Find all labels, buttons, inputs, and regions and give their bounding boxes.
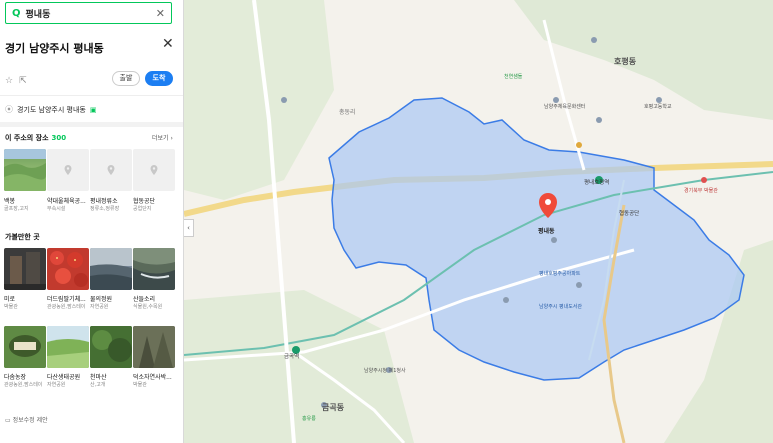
more-link[interactable]: 더보기 › bbox=[152, 133, 173, 142]
recommend-sub-5: 자연공원 bbox=[47, 382, 66, 388]
nearby-sub-0: 골프장,고지 bbox=[4, 206, 29, 212]
map-pin-icon bbox=[107, 165, 115, 175]
label-sports-center: 남양주체육문화센터 bbox=[544, 103, 585, 110]
app: Q 평내동 ✕ 경기 남양주시 평내동 ✕ ☆ ⇱ 출발 도착 ⦿ 경기도 남양… bbox=[0, 0, 773, 443]
map-area[interactable]: 호평동 금곡동 총동리 평내호평역 금곡역 협동공단 남양주체육문화센터 호평고… bbox=[184, 0, 773, 443]
recommend-thumb-6[interactable] bbox=[90, 326, 132, 368]
place-title: 경기 남양주시 평내동 bbox=[5, 42, 104, 55]
poi-dot[interactable] bbox=[503, 297, 509, 303]
map-pin-icon bbox=[150, 165, 158, 175]
search-icon: Q bbox=[12, 7, 21, 19]
search-box[interactable]: Q 평내동 ✕ bbox=[5, 2, 172, 24]
nearby-thumb-2[interactable] bbox=[90, 149, 132, 191]
label-station: 평내호평역 bbox=[584, 178, 609, 186]
recommend-heading: 가볼만한 곳 bbox=[5, 233, 40, 241]
destination-button[interactable]: 도착 bbox=[145, 71, 173, 86]
label-hyeopdong: 협동공단 bbox=[619, 209, 639, 217]
label-hopyeong: 호평동 bbox=[614, 56, 637, 66]
recommend-sub-7: 박물관 bbox=[133, 382, 147, 388]
nearby-thumb-1[interactable] bbox=[47, 149, 89, 191]
poi-dot[interactable] bbox=[596, 117, 602, 123]
location-pin-icon: ⦿ bbox=[5, 105, 13, 114]
recommend-thumb-4[interactable] bbox=[4, 326, 46, 368]
close-icon[interactable]: ✕ bbox=[162, 36, 174, 52]
poi-dot[interactable] bbox=[553, 97, 559, 103]
label-office: 남양주시청 제1청사 bbox=[364, 367, 406, 374]
recommend-sub-0: 박물관 bbox=[4, 304, 18, 310]
recommend-thumb-2[interactable] bbox=[90, 248, 132, 290]
nearby-count: 300 bbox=[51, 134, 67, 142]
collapse-panel-button[interactable]: ‹ bbox=[184, 219, 194, 237]
nearby-name-2[interactable]: 평내정류소 bbox=[90, 196, 133, 205]
origin-button[interactable]: 출발 bbox=[112, 71, 140, 86]
station-marker-geumgok[interactable] bbox=[292, 346, 300, 354]
copy-icon[interactable]: ▣ bbox=[90, 106, 97, 114]
poi-dot[interactable] bbox=[701, 177, 707, 183]
recommend-thumb-7[interactable] bbox=[133, 326, 175, 368]
recommend-name-6[interactable]: 천마산 bbox=[90, 372, 133, 381]
recommend-name-4[interactable]: 다솜농장 bbox=[4, 372, 47, 381]
nearby-sub-2: 정류소,정류장 bbox=[90, 206, 120, 212]
poi-dot[interactable] bbox=[576, 282, 582, 288]
poi-dot[interactable] bbox=[281, 97, 287, 103]
recommend-name-3[interactable]: 산들소리 bbox=[133, 294, 176, 303]
label-museum: 경기북부 박물관 bbox=[684, 187, 718, 194]
map-pin-icon bbox=[64, 165, 72, 175]
nearby-name-1[interactable]: 약대울체육공... bbox=[47, 196, 90, 205]
nearby-thumb-0[interactable] bbox=[4, 149, 46, 191]
recommend-sub-4: 관광농원,팜스테이 bbox=[4, 382, 43, 388]
address-row: ⦿ 경기도 남양주시 평내동 ▣ bbox=[5, 104, 96, 115]
poi-dot[interactable] bbox=[551, 237, 557, 243]
star-icon[interactable]: ☆ bbox=[5, 76, 13, 86]
recommend-thumb-3[interactable] bbox=[133, 248, 175, 290]
label-park: 홍유릉 bbox=[302, 415, 316, 422]
label-apt: 평내호평주공아파트 bbox=[539, 270, 581, 277]
divider bbox=[0, 95, 183, 96]
side-panel: Q 평내동 ✕ 경기 남양주시 평내동 ✕ ☆ ⇱ 출발 도착 ⦿ 경기도 남양… bbox=[0, 0, 184, 443]
recommend-thumb-5[interactable] bbox=[47, 326, 89, 368]
section-divider bbox=[0, 122, 183, 127]
recommend-name-7[interactable]: 덕소자연사박... bbox=[133, 372, 176, 381]
poi-dot[interactable] bbox=[576, 142, 582, 148]
label-chonggokri: 총동리 bbox=[339, 108, 356, 116]
recommend-thumb-1[interactable] bbox=[47, 248, 89, 290]
nearby-sub-3: 공업단지 bbox=[133, 206, 152, 212]
map-canvas[interactable]: 호평동 금곡동 총동리 평내호평역 금곡역 협동공단 남양주체육문화센터 호평고… bbox=[184, 0, 773, 443]
label-library: 남양주시 평내도서관 bbox=[539, 303, 582, 310]
label-market: 천연샘돌 bbox=[504, 73, 523, 80]
clear-icon[interactable]: ✕ bbox=[156, 7, 165, 20]
recommend-sub-6: 산,고개 bbox=[90, 382, 106, 388]
nearby-name-0[interactable]: 백봉 bbox=[4, 196, 47, 205]
marker-label: 평내동 bbox=[538, 227, 555, 235]
recommend-sub-2: 자연공원 bbox=[90, 304, 109, 310]
nearby-heading: 이 주소의 장소 300 bbox=[5, 134, 67, 142]
recommend-name-0[interactable]: 미로 bbox=[4, 294, 47, 303]
nearby-thumb-3[interactable] bbox=[133, 149, 175, 191]
report-link[interactable]: ▭ 정보수정 제안 bbox=[5, 415, 48, 424]
address-text: 경기도 남양주시 평내동 bbox=[17, 105, 86, 114]
district-boundary[interactable] bbox=[328, 97, 745, 381]
label-geumgok: 금곡동 bbox=[322, 403, 345, 412]
recommend-thumb-0[interactable] bbox=[4, 248, 46, 290]
recommend-name-2[interactable]: 물의정원 bbox=[90, 294, 133, 303]
recommend-sub-3: 식물원,수목원 bbox=[133, 304, 163, 310]
search-input[interactable]: 평내동 bbox=[26, 7, 156, 20]
recommend-name-5[interactable]: 다산생태공원 bbox=[47, 372, 90, 381]
nearby-sub-1: 부속시설 bbox=[47, 206, 66, 212]
recommend-name-1[interactable]: 더드림딸기체... bbox=[47, 294, 90, 303]
label-school: 호평고등학교 bbox=[644, 103, 672, 110]
nearby-name-3[interactable]: 협동공단 bbox=[133, 196, 176, 205]
share-icon[interactable]: ⇱ bbox=[19, 76, 27, 86]
recommend-sub-1: 관광농원,팜스테이 bbox=[47, 304, 86, 310]
poi-dot[interactable] bbox=[656, 97, 662, 103]
poi-dot[interactable] bbox=[591, 37, 597, 43]
report-icon: ▭ bbox=[5, 417, 13, 424]
action-icons: ☆ ⇱ bbox=[5, 76, 27, 86]
label-geumgok-station: 금곡역 bbox=[284, 352, 299, 360]
